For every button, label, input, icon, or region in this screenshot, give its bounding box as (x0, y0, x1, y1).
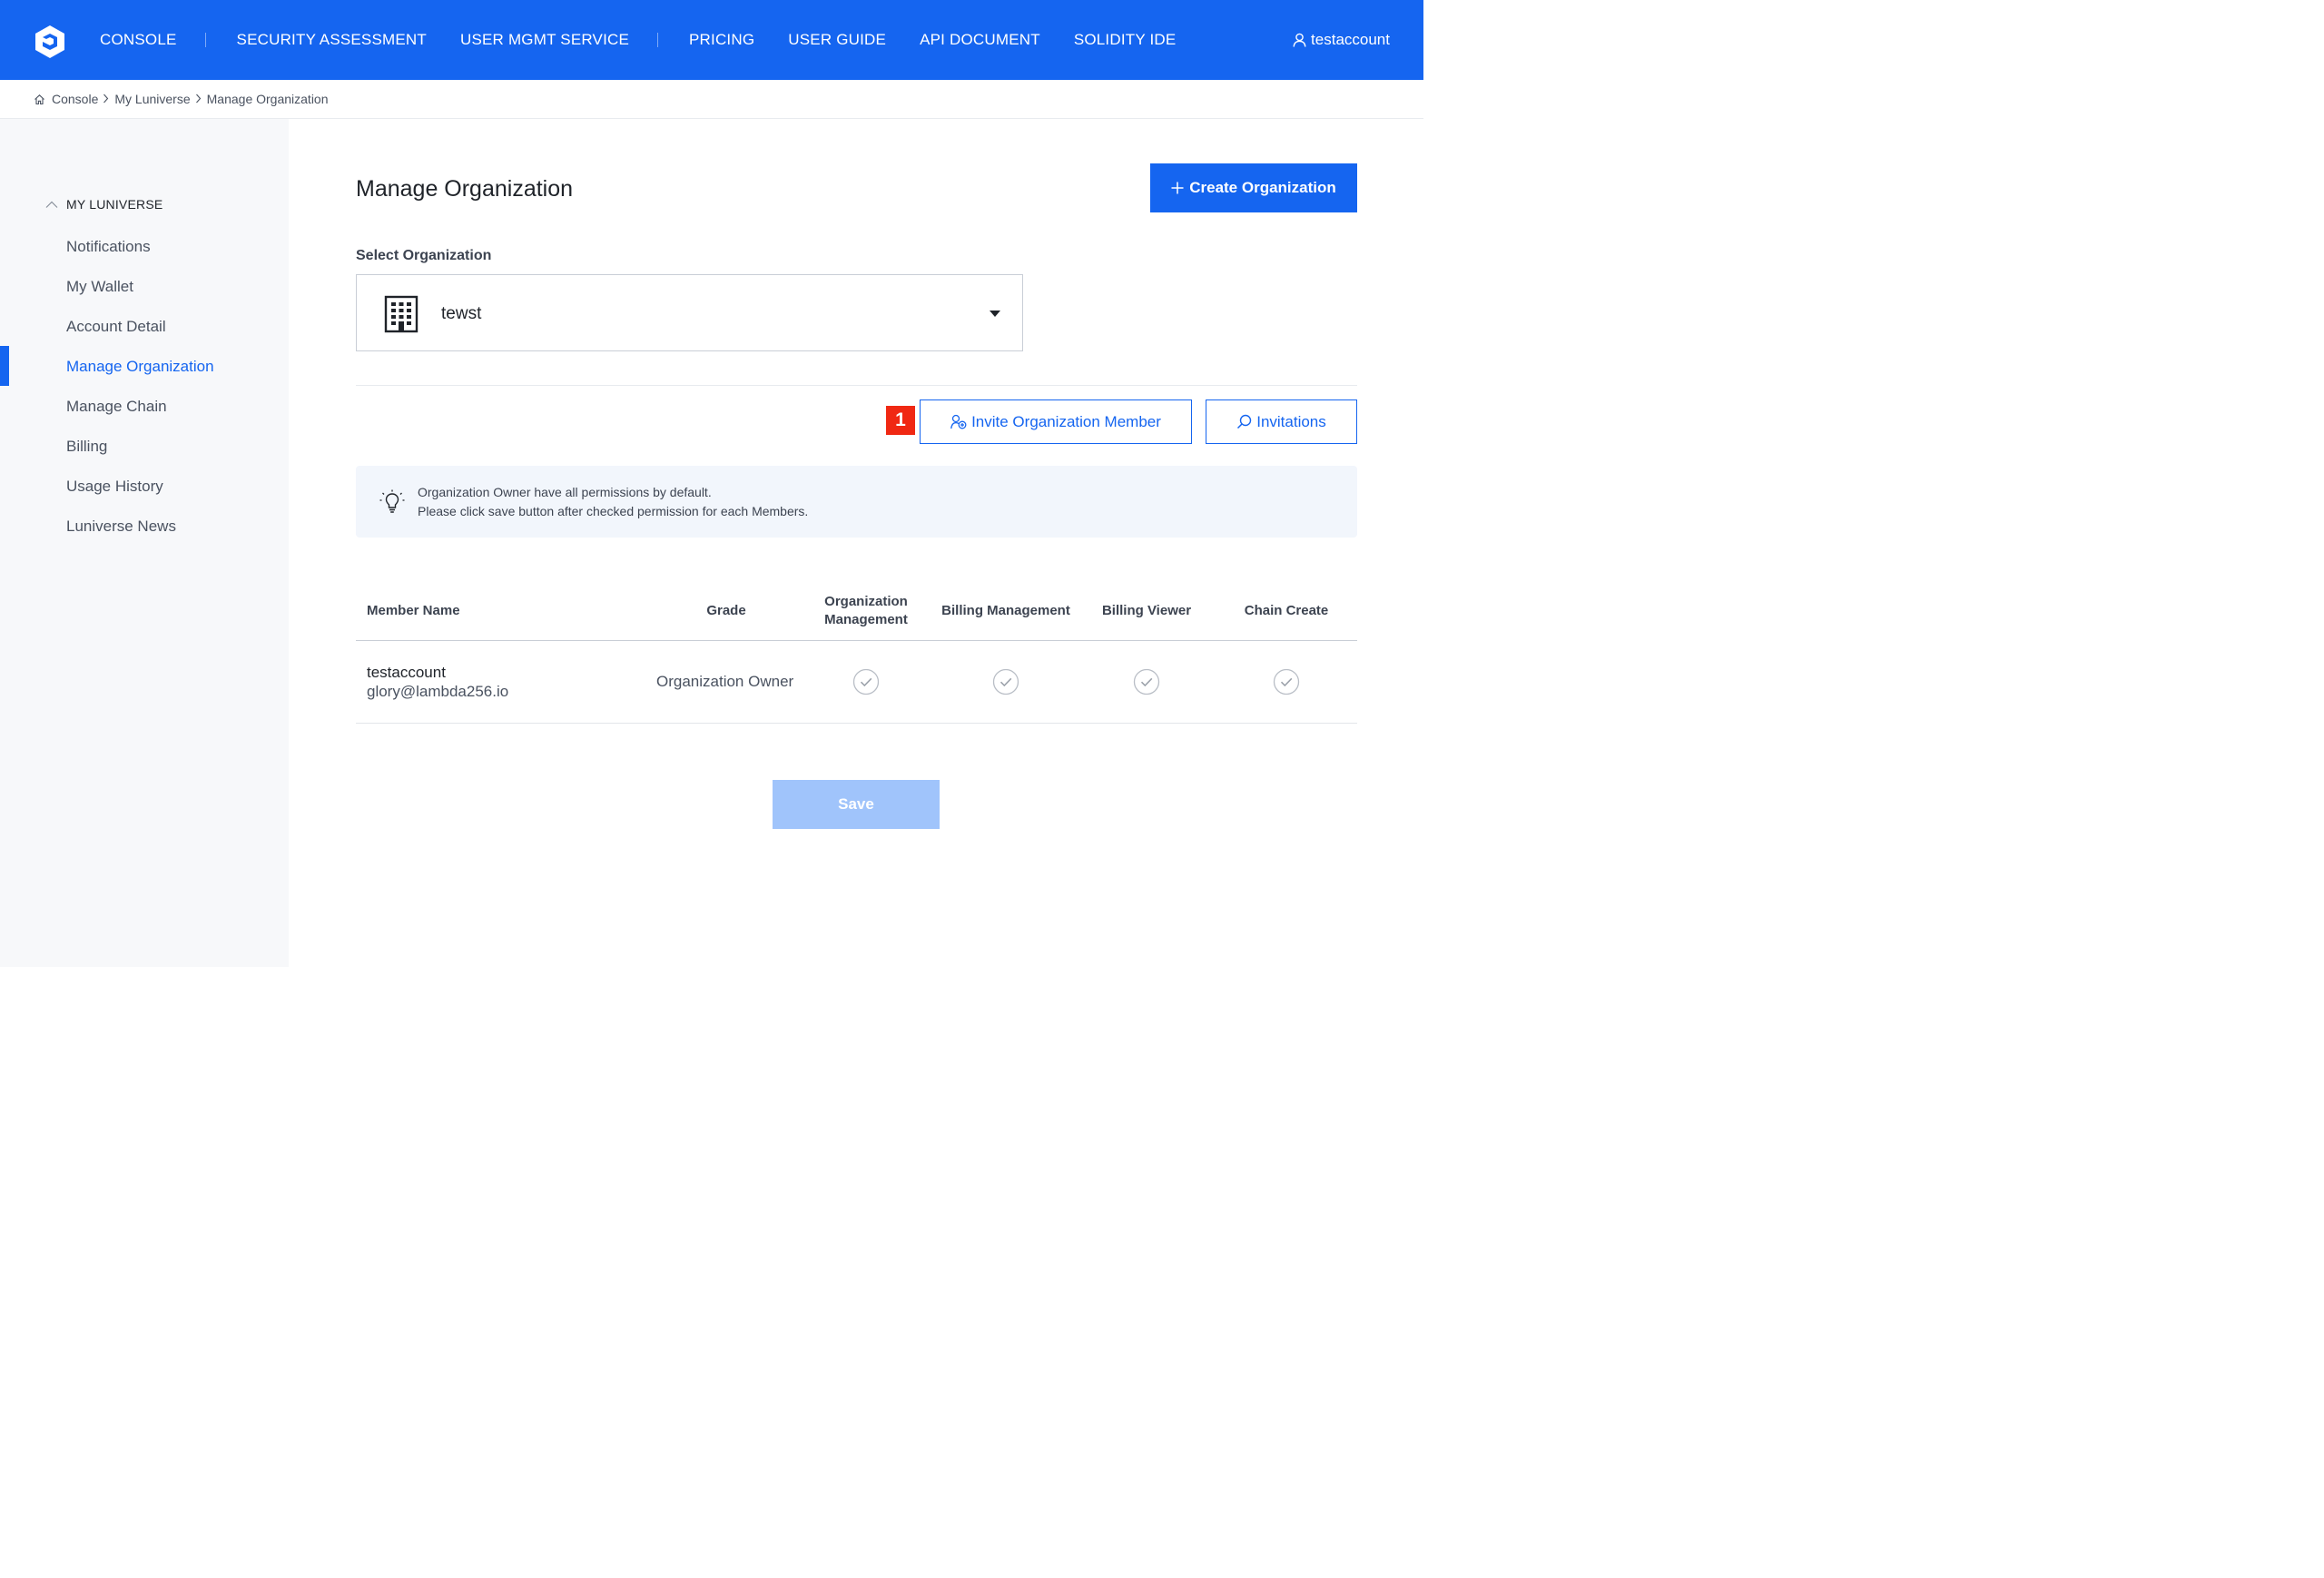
column-header-grade: Grade (706, 603, 746, 618)
nav-separator (657, 33, 659, 47)
breadcrumb-my-luniverse[interactable]: My Luniverse (114, 92, 190, 106)
chevron-up-icon (45, 201, 58, 208)
breadcrumb: Console My Luniverse Manage Organization (0, 80, 1423, 119)
sidebar-item-account-detail[interactable]: Account Detail (66, 318, 166, 336)
member-email: glory@lambda256.io (367, 683, 509, 700)
step-marker: 1 (886, 406, 915, 435)
breadcrumb-manage-organization: Manage Organization (206, 92, 329, 106)
invitations-button[interactable]: Invitations (1206, 399, 1357, 444)
nav-pricing[interactable]: PRICING (689, 31, 754, 49)
selected-organization: tewst (441, 304, 482, 323)
create-organization-label: Create Organization (1189, 179, 1336, 196)
sidebar-item-manage-chain[interactable]: Manage Chain (66, 398, 167, 416)
column-header-line: Management (824, 612, 908, 627)
column-header-chain-create: Chain Create (1244, 603, 1329, 618)
nav-user-guide[interactable]: USER GUIDE (788, 31, 886, 49)
main-nav: CONSOLE SECURITY ASSESSMENT USER MGMT SE… (100, 0, 1176, 80)
column-header-billing-management: Billing Management (941, 603, 1070, 618)
nav-security-assessment[interactable]: SECURITY ASSESSMENT (237, 31, 427, 49)
user-name: testaccount (1311, 31, 1390, 48)
notice-line-1: Organization Owner have all permissions … (418, 485, 712, 499)
sidebar-section-label: MY LUNIVERSE (66, 197, 163, 212)
nav-solidity-ide[interactable]: SOLIDITY IDE (1074, 31, 1177, 49)
add-user-icon (950, 414, 967, 429)
table-header-border (356, 640, 1357, 641)
page-title: Manage Organization (356, 176, 574, 202)
column-header-billing-viewer: Billing Viewer (1101, 603, 1192, 618)
sidebar-item-notifications[interactable]: Notifications (66, 238, 151, 256)
user-icon (1293, 33, 1306, 47)
column-header-member-name: Member Name (367, 603, 460, 618)
chevron-right-icon (195, 93, 202, 106)
organization-select[interactable]: tewst (356, 274, 1023, 351)
invite-organization-member-label: Invite Organization Member (971, 412, 1161, 430)
member-grade: Organization Owner (656, 673, 794, 690)
sidebar-item-manage-organization[interactable]: Manage Organization (66, 358, 214, 376)
notice-line-2: Please click save button after checked p… (418, 504, 809, 518)
active-indicator (0, 346, 9, 386)
sidebar-section-my-luniverse[interactable]: MY LUNIVERSE (45, 197, 162, 212)
invite-organization-member-button[interactable]: Invite Organization Member (920, 399, 1192, 444)
breadcrumb-console[interactable]: Console (52, 92, 98, 106)
sidebar-item-billing[interactable]: Billing (66, 438, 107, 456)
check-circle-icon[interactable] (992, 668, 1019, 695)
sidebar-item-usage-history[interactable]: Usage History (66, 478, 163, 496)
top-navbar: CONSOLE SECURITY ASSESSMENT USER MGMT SE… (0, 0, 1423, 80)
section-divider (356, 385, 1357, 386)
save-button[interactable]: Save (773, 780, 940, 829)
sidebar-item-my-wallet[interactable]: My Wallet (66, 278, 133, 296)
home-icon[interactable] (34, 94, 45, 105)
nav-console[interactable]: CONSOLE (100, 31, 177, 49)
invitations-label: Invitations (1256, 412, 1326, 430)
create-organization-button[interactable]: Create Organization (1150, 163, 1357, 212)
lightbulb-icon (379, 489, 405, 513)
check-circle-icon[interactable] (1273, 668, 1300, 695)
permission-notice: Organization Owner have all permissions … (356, 466, 1357, 538)
column-header-organization-management: Organization Management (812, 593, 921, 629)
table-row-border (356, 723, 1357, 724)
caret-down-icon (990, 311, 1000, 317)
search-icon (1237, 414, 1252, 429)
sidebar: MY LUNIVERSE Notifications My Wallet Acc… (0, 119, 289, 967)
plus-icon (1171, 178, 1184, 198)
member-name: testaccount (367, 664, 446, 681)
user-menu[interactable]: testaccount (1293, 0, 1390, 80)
column-header-line: Organization (824, 594, 908, 609)
luniverse-logo-icon[interactable] (33, 24, 67, 60)
chevron-right-icon (103, 93, 109, 106)
nav-separator (204, 33, 206, 47)
nav-user-mgmt-service[interactable]: USER MGMT SERVICE (460, 31, 629, 49)
sidebar-item-luniverse-news[interactable]: Luniverse News (66, 518, 176, 536)
building-icon (384, 295, 419, 333)
nav-api-document[interactable]: API DOCUMENT (920, 31, 1040, 49)
check-circle-icon[interactable] (1133, 668, 1160, 695)
check-circle-icon[interactable] (852, 668, 880, 695)
select-organization-label: Select Organization (356, 248, 492, 263)
